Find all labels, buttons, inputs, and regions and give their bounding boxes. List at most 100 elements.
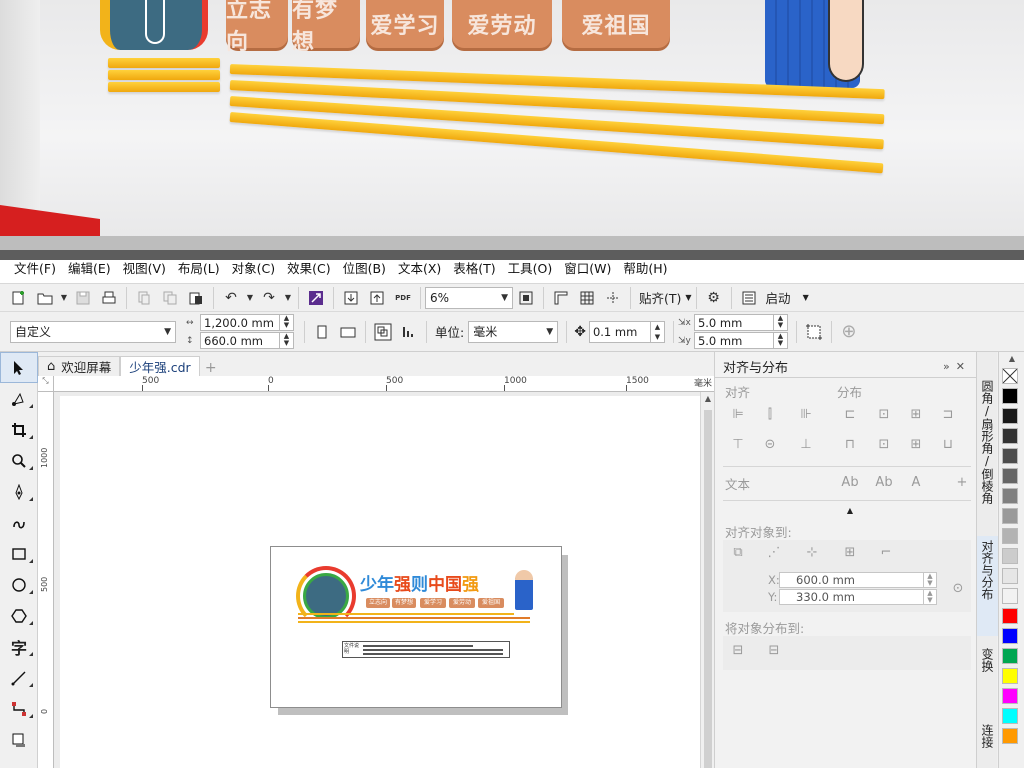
chevron-down-icon[interactable]: ▼: [282, 286, 294, 310]
align-left-icon[interactable]: ⊫: [729, 406, 747, 424]
open-folder-icon[interactable]: [32, 286, 58, 310]
color-swatch[interactable]: [1002, 628, 1018, 644]
horizontal-ruler[interactable]: 500 0 500 1000 1500 毫米: [54, 376, 714, 392]
distribute-to-page-icon[interactable]: ⊟: [765, 642, 783, 660]
drop-shadow-tool-icon[interactable]: [0, 724, 38, 755]
treat-as-filled-icon[interactable]: [801, 320, 827, 344]
distribute-center-v-icon[interactable]: ⊡: [875, 436, 893, 454]
design-title[interactable]: 少年强则中国强: [360, 570, 479, 595]
scrollbar-thumb[interactable]: [704, 410, 712, 768]
align-y-input[interactable]: Y: 330.0 mm ▲ ▼: [768, 589, 937, 605]
portrait-icon[interactable]: [309, 320, 335, 344]
target-point-icon[interactable]: ⊙: [949, 580, 967, 598]
chevron-down-icon[interactable]: ▼: [803, 293, 809, 302]
distribute-top-icon[interactable]: ⊓: [841, 436, 859, 454]
color-swatch[interactable]: [1002, 488, 1018, 504]
align-to-point-icon[interactable]: ⌐: [877, 544, 895, 562]
tab-transform[interactable]: 变换: [977, 644, 998, 702]
color-swatch[interactable]: [1002, 568, 1018, 584]
chevron-down-icon[interactable]: ▼: [685, 293, 691, 302]
align-to-page-edge-icon[interactable]: ⋰: [765, 544, 783, 562]
design-description-label[interactable]: 文件说明: [342, 641, 510, 658]
color-swatch[interactable]: [1002, 468, 1018, 484]
align-x-input[interactable]: X: 600.0 mm ▲ ▼: [768, 572, 937, 588]
spin-arrows-icon[interactable]: ▲ ▼: [772, 333, 787, 348]
show-rulers-icon[interactable]: [548, 286, 574, 310]
color-swatch[interactable]: [1002, 708, 1018, 724]
spin-arrows-icon[interactable]: ▲ ▼: [923, 590, 936, 604]
distribute-center-h-icon[interactable]: ⊡: [875, 406, 893, 424]
color-swatch[interactable]: [1002, 528, 1018, 544]
spin-arrows-icon[interactable]: ▲ ▼: [923, 573, 936, 587]
align-right-icon[interactable]: ⊪: [797, 406, 815, 424]
page-size-select[interactable]: 自定义 ▼: [10, 320, 176, 343]
page-width-input[interactable]: 1,200.0 mm ▲ ▼: [200, 314, 294, 331]
show-grid-icon[interactable]: [574, 286, 600, 310]
landscape-icon[interactable]: [335, 320, 361, 344]
color-swatch[interactable]: [1002, 648, 1018, 664]
spin-arrows-icon[interactable]: ▲ ▼: [279, 315, 293, 330]
print-icon[interactable]: [96, 286, 122, 310]
rectangle-tool-icon[interactable]: [0, 538, 38, 569]
ellipse-tool-icon[interactable]: [0, 569, 38, 600]
tab-align-distribute[interactable]: 对齐与分布: [977, 536, 998, 636]
application-launcher-icon[interactable]: [736, 286, 762, 310]
search-content-icon[interactable]: [303, 286, 329, 310]
spin-arrows-icon[interactable]: ▲ ▼: [279, 333, 293, 348]
options-gear-icon[interactable]: ⚙: [701, 286, 727, 310]
connector-tool-icon[interactable]: [0, 693, 38, 724]
pdf-export-icon[interactable]: PDF: [390, 286, 416, 310]
spin-arrows-icon[interactable]: ▲ ▼: [772, 315, 787, 330]
collapse-arrow-icon[interactable]: ▲: [841, 502, 859, 520]
no-fill-swatch[interactable]: [1002, 368, 1018, 384]
cut-icon[interactable]: [131, 286, 157, 310]
color-swatch[interactable]: [1002, 548, 1018, 564]
design-tag[interactable]: 爱祖国: [478, 598, 504, 608]
redo-icon[interactable]: ↷: [256, 286, 282, 310]
text-bounding-box-icon[interactable]: A: [907, 474, 925, 492]
align-center-v-icon[interactable]: ⊝: [761, 436, 779, 454]
align-bottom-icon[interactable]: ⊥: [797, 436, 815, 454]
add-icon[interactable]: ⊕: [836, 320, 862, 344]
copy-icon[interactable]: [157, 286, 183, 310]
design-tag[interactable]: 爱劳动: [449, 598, 475, 608]
color-swatch[interactable]: [1002, 388, 1018, 404]
nudge-distance-input[interactable]: 0.1 mm ▲ ▼: [588, 320, 665, 343]
page-height-input[interactable]: 660.0 mm ▲ ▼: [200, 332, 294, 349]
ruler-origin[interactable]: ⤡: [38, 376, 54, 392]
palette-scroll-up-icon[interactable]: ▲: [999, 354, 1024, 366]
all-pages-icon[interactable]: [370, 320, 396, 344]
tab-fillet-scallop-chamfer[interactable]: 圆角/扇形角/倒棱角: [977, 376, 998, 526]
paste-icon[interactable]: [183, 286, 209, 310]
dimension-tool-icon[interactable]: [0, 662, 38, 693]
text-last-baseline-icon[interactable]: Ab: [875, 474, 893, 492]
align-to-page-center-icon[interactable]: ⊹: [803, 544, 821, 562]
shape-tool-icon[interactable]: [0, 383, 38, 414]
artistic-media-tool-icon[interactable]: [0, 507, 38, 538]
vertical-scrollbar[interactable]: ▲: [700, 392, 714, 768]
distribute-bottom-icon[interactable]: ⊔: [939, 436, 957, 454]
color-swatch[interactable]: [1002, 408, 1018, 424]
distribute-right-icon[interactable]: ⊐: [939, 406, 957, 424]
design-tag[interactable]: 立志向: [366, 598, 390, 608]
design-tag[interactable]: 爱学习: [420, 598, 446, 608]
snap-to-label[interactable]: 贴齐(T): [639, 288, 681, 307]
scroll-up-icon[interactable]: ▲: [701, 394, 715, 408]
distribute-to-selection-icon[interactable]: ⊟: [729, 642, 747, 660]
color-swatch[interactable]: [1002, 688, 1018, 704]
new-document-icon[interactable]: [6, 286, 32, 310]
show-guidelines-icon[interactable]: [600, 286, 626, 310]
color-swatch[interactable]: [1002, 428, 1018, 444]
align-top-icon[interactable]: ⊤: [729, 436, 747, 454]
polygon-tool-icon[interactable]: [0, 600, 38, 631]
full-screen-icon[interactable]: [513, 286, 539, 310]
zoom-tool-icon[interactable]: [0, 445, 38, 476]
color-swatch[interactable]: [1002, 448, 1018, 464]
pick-tool-icon[interactable]: [0, 352, 38, 383]
distribute-spacing-v-icon[interactable]: ⊞: [907, 436, 925, 454]
tab-connect[interactable]: 连接: [977, 720, 998, 768]
color-swatch[interactable]: [1002, 668, 1018, 684]
color-swatch[interactable]: [1002, 608, 1018, 624]
text-outline-icon[interactable]: +: [953, 474, 971, 492]
crop-tool-icon[interactable]: [0, 414, 38, 445]
